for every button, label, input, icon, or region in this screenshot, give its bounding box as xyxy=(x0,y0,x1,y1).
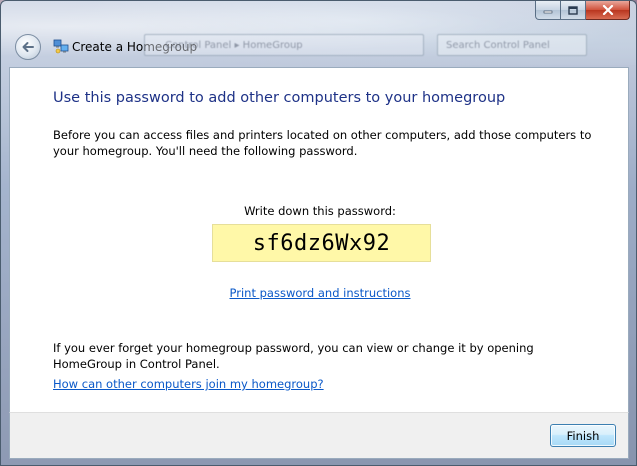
ghost-search-box: Search Control Panel xyxy=(437,34,587,56)
page-heading: Use this password to add other computers… xyxy=(53,90,506,106)
minimize-icon xyxy=(543,10,553,14)
password-label: Write down this password: xyxy=(244,204,396,218)
caption-buttons xyxy=(535,1,630,21)
password-display: sf6dz6Wx92 xyxy=(212,224,431,262)
intro-text: Before you can access files and printers… xyxy=(53,128,592,158)
join-homegroup-help-link[interactable]: How can other computers join my homegrou… xyxy=(53,377,324,391)
maximize-button[interactable] xyxy=(561,1,586,20)
finish-button[interactable]: Finish xyxy=(550,424,616,447)
close-icon xyxy=(602,5,613,15)
back-arrow-icon xyxy=(22,42,34,52)
ghost-search-text: Search Control Panel xyxy=(446,40,550,51)
content-pane: Use this password to add other computers… xyxy=(9,67,629,412)
back-button[interactable] xyxy=(15,34,41,60)
dialog-footer: Finish xyxy=(9,412,629,459)
minimize-button[interactable] xyxy=(535,1,561,20)
forget-password-text: If you ever forget your homegroup passwo… xyxy=(53,341,534,371)
ghost-address-bar: Control Panel ▸ HomeGroup xyxy=(144,34,424,56)
close-button[interactable] xyxy=(586,1,630,20)
print-password-link[interactable]: Print password and instructions xyxy=(10,286,630,300)
create-homegroup-window: Create a Homegroup Control Panel ▸ HomeG… xyxy=(0,0,637,466)
ghost-address-text: Control Panel ▸ HomeGroup xyxy=(165,40,303,51)
navigation-bar: Create a Homegroup Control Panel ▸ HomeG… xyxy=(9,31,629,63)
maximize-icon xyxy=(568,5,578,15)
homegroup-icon xyxy=(53,39,69,54)
